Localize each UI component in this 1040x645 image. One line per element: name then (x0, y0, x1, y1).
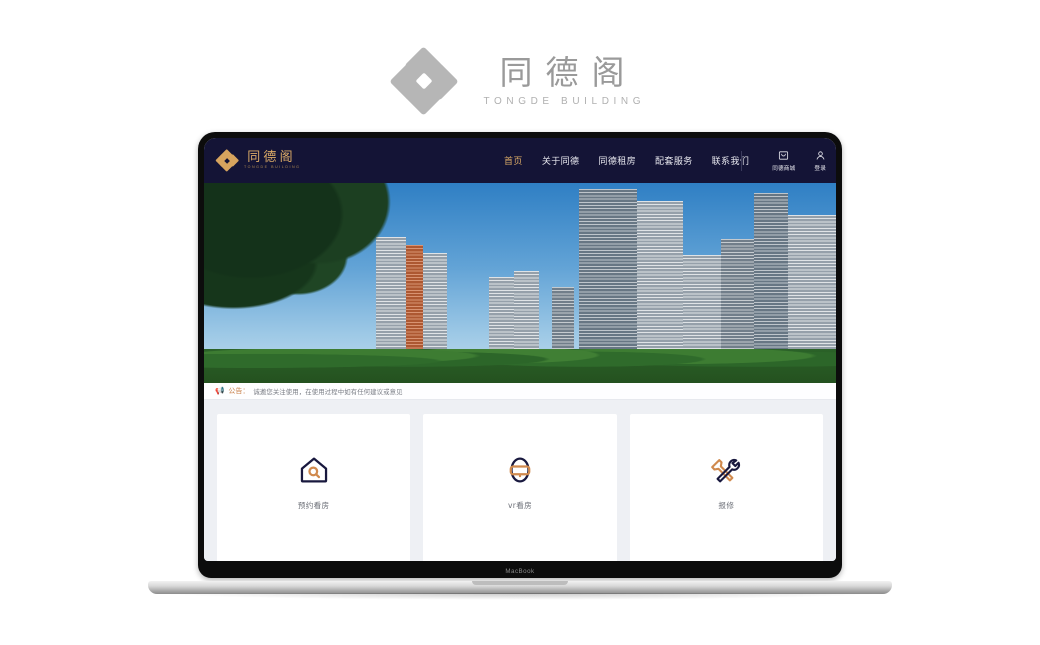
house-search-icon (300, 457, 327, 483)
site-navbar: 同德阁 TONGDE BUILDING 首页 关于同德 同德租房 配套服务 联系… (204, 138, 836, 183)
site-logo[interactable]: 同德阁 TONGDE BUILDING (215, 148, 301, 173)
hero-banner (204, 183, 836, 383)
hero-treeline (204, 349, 836, 383)
card-vr-label: vr看房 (507, 501, 532, 510)
nav-link-home[interactable]: 首页 (504, 154, 523, 167)
feature-cards: 预约看房 vr看房 报修 (204, 400, 836, 561)
laptop-model-label: MacBook (505, 567, 535, 575)
card-vr[interactable]: vr看房 (423, 414, 617, 561)
megaphone-icon: 📢 (215, 386, 225, 396)
card-booking[interactable]: 预约看房 (217, 414, 411, 561)
shop-icon (779, 150, 789, 160)
laptop-lid: MacBook 同德阁 TONGDE BUILDING 首页 关于同德 同德租房 (198, 132, 842, 578)
card-repair-label: 报修 (718, 501, 735, 510)
site-logo-en: TONGDE BUILDING (244, 165, 301, 170)
announcement-bar: 📢 公告： 诚邀您关注使用，在使用过程中如有任何建议或意见 (204, 383, 836, 400)
hero-building (754, 193, 788, 365)
hero-building (788, 215, 836, 365)
user-icon (816, 150, 825, 160)
nav-action-shop-label: 同德商城 (772, 165, 796, 172)
brand-name-en: TONGDE BUILDING (483, 95, 646, 107)
card-repair[interactable]: 报修 (629, 414, 823, 561)
laptop-mockup: MacBook 同德阁 TONGDE BUILDING 首页 关于同德 同德租房 (148, 132, 892, 600)
announcement-text: 诚邀您关注使用，在使用过程中如有任何建议或意见 (253, 387, 403, 396)
brand-header: 同德阁 TONGDE BUILDING (0, 44, 1040, 118)
site-logo-cn: 同德阁 (247, 150, 296, 166)
vr-headset-icon (509, 457, 531, 483)
card-booking-label: 预约看房 (297, 501, 330, 510)
wrench-screwdriver-icon (711, 458, 741, 483)
nav-action-login-label: 登录 (814, 165, 826, 172)
nav-divider (741, 151, 742, 171)
announcement-keyword: 公告： (228, 387, 250, 395)
nav-actions: 同德商城 登录 (772, 138, 826, 183)
nav-action-shop[interactable]: 同德商城 (772, 150, 795, 172)
nav-links: 首页 关于同德 同德租房 配套服务 联系我们 (504, 138, 749, 183)
nav-action-login[interactable]: 登录 (814, 150, 826, 172)
nav-link-services[interactable]: 配套服务 (655, 154, 693, 167)
four-diamond-logo-icon (389, 46, 459, 116)
hero-building (637, 201, 683, 365)
hero-building (406, 245, 423, 365)
laptop-shadow (156, 593, 884, 600)
brand-name-cn: 同德阁 (499, 52, 638, 92)
nav-link-about[interactable]: 关于同德 (542, 154, 580, 167)
hero-building (721, 239, 754, 365)
brand-wordmark: 同德阁 TONGDE BUILDING (479, 56, 645, 107)
hero-building (579, 189, 637, 365)
hero-tree-canopy (204, 183, 401, 319)
laptop-screen: 同德阁 TONGDE BUILDING 首页 关于同德 同德租房 配套服务 联系… (204, 138, 836, 561)
nav-link-rent[interactable]: 同德租房 (598, 154, 636, 167)
four-diamond-logo-icon (215, 148, 239, 173)
nav-link-contact[interactable]: 联系我们 (712, 154, 750, 167)
